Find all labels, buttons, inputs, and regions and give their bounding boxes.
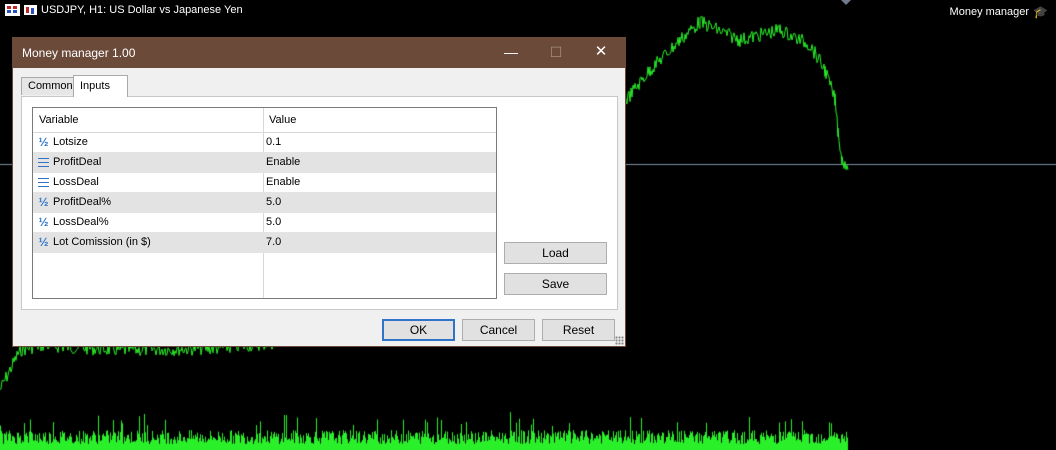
expert-hat-icon[interactable]: 🎓 (1033, 5, 1048, 19)
dialog-title: Money manager 1.00 (22, 46, 136, 60)
half-icon: ½ (38, 235, 49, 249)
close-button[interactable]: ✕ (581, 38, 621, 68)
table-row[interactable]: ½ ProfitDeal% 5.0 (33, 193, 496, 213)
reset-button[interactable]: Reset (542, 319, 615, 341)
chart-symbol-title: USDJPY, H1: US Dollar vs Japanese Yen (41, 4, 243, 16)
half-icon: ½ (38, 195, 49, 209)
table-row[interactable]: ½ Lot Comission (in $) 7.0 (33, 233, 496, 253)
column-header-variable[interactable]: Variable (39, 114, 79, 126)
row-value[interactable]: 5.0 (266, 196, 281, 208)
tab-common[interactable]: Common (21, 77, 74, 95)
column-header-value[interactable]: Value (269, 114, 296, 126)
row-variable: Lotsize (53, 136, 88, 148)
table-row[interactable]: ½ Lotsize 0.1 (33, 133, 496, 153)
table-row[interactable]: ProfitDeal Enable (33, 153, 496, 173)
dialog-titlebar[interactable]: Money manager 1.00 — ☐ ✕ (13, 38, 625, 68)
row-value[interactable]: Enable (266, 176, 300, 188)
list-icon (38, 158, 49, 167)
money-manager-dialog: Money manager 1.00 — ☐ ✕ Common Inputs V… (12, 37, 626, 347)
half-icon: ½ (38, 215, 49, 229)
ok-button[interactable]: OK (382, 319, 455, 341)
market-watch-icon[interactable] (5, 4, 20, 16)
row-variable: LossDeal (53, 176, 99, 188)
row-variable: Lot Comission (in $) (53, 236, 151, 248)
row-value[interactable]: Enable (266, 156, 300, 168)
half-icon: ½ (38, 135, 49, 149)
row-variable: ProfitDeal% (53, 196, 112, 208)
inputs-table[interactable]: Variable Value ½ Lotsize 0.1 ProfitDeal Enab… (32, 107, 497, 299)
table-header: Variable Value (33, 108, 496, 133)
chart-type-icon[interactable] (24, 5, 37, 15)
table-row[interactable]: LossDeal Enable (33, 173, 496, 193)
resize-grip[interactable] (615, 336, 624, 345)
table-row[interactable]: ½ LossDeal% 5.0 (33, 213, 496, 233)
tab-inputs[interactable]: Inputs (73, 75, 128, 97)
maximize-button[interactable]: ☐ (536, 38, 576, 68)
row-value[interactable]: 7.0 (266, 236, 281, 248)
row-variable: LossDeal% (53, 216, 109, 228)
expert-name-label[interactable]: Money manager (950, 6, 1030, 18)
row-value[interactable]: 5.0 (266, 216, 281, 228)
list-icon (38, 178, 49, 187)
inputs-panel: Variable Value ½ Lotsize 0.1 ProfitDeal Enab… (21, 96, 618, 310)
row-variable: ProfitDeal (53, 156, 102, 168)
minimize-button[interactable]: — (491, 38, 531, 68)
row-value[interactable]: 0.1 (266, 136, 281, 148)
cancel-button[interactable]: Cancel (462, 319, 535, 341)
save-button[interactable]: Save (504, 273, 607, 295)
period-separator-marker-icon (841, 0, 851, 5)
chart-header: USDJPY, H1: US Dollar vs Japanese Yen Mo… (0, 0, 1056, 22)
load-button[interactable]: Load (504, 242, 607, 264)
